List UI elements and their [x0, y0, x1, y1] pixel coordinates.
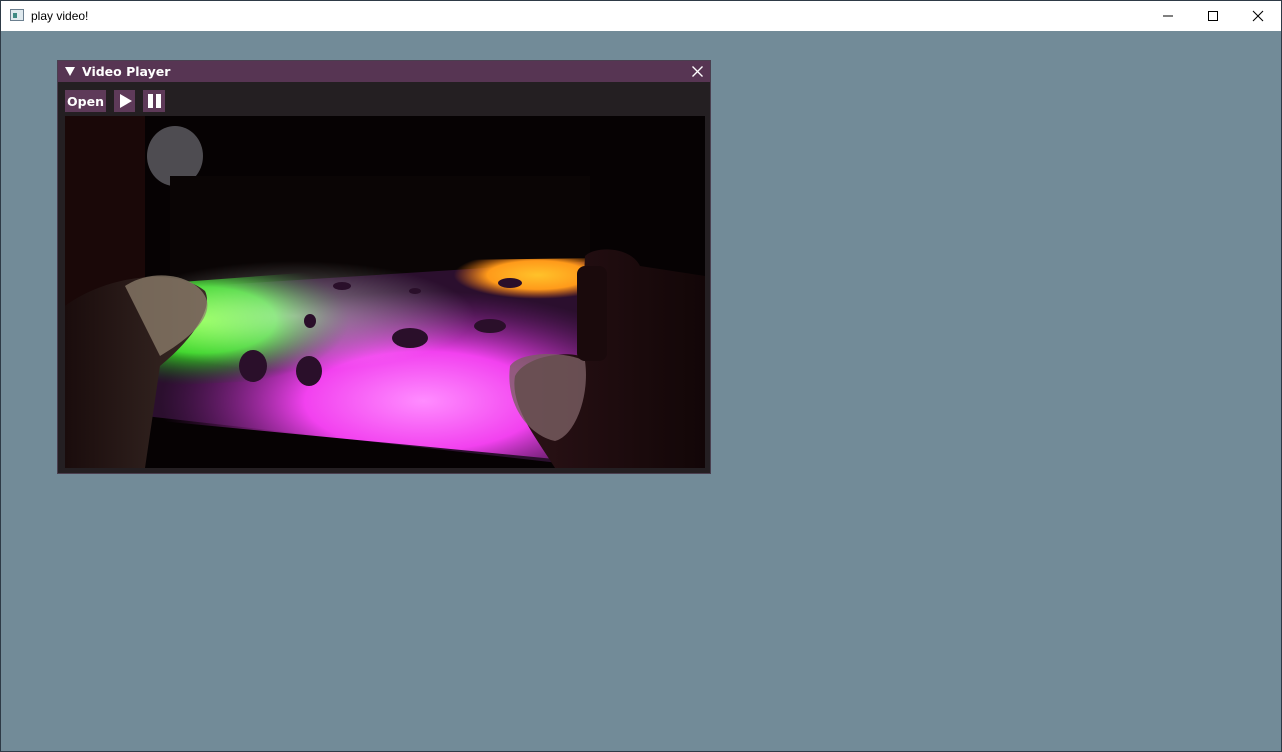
triangle-down-icon[interactable]: [65, 67, 75, 76]
app-window-icon: [10, 9, 24, 21]
maximize-button[interactable]: [1190, 1, 1236, 31]
video-player-panel: Video Player Open: [57, 60, 711, 474]
pause-icon: [147, 94, 161, 108]
play-button[interactable]: [114, 90, 135, 112]
minimize-icon: [1163, 15, 1173, 17]
minimize-button[interactable]: [1145, 1, 1191, 31]
pause-button[interactable]: [143, 90, 165, 112]
close-icon: [1252, 10, 1264, 22]
app-window: play video! Video Player Open: [0, 0, 1282, 752]
maximize-icon: [1208, 11, 1218, 21]
panel-title: Video Player: [82, 64, 171, 79]
os-title-bar[interactable]: play video!: [1, 1, 1281, 31]
panel-title-bar[interactable]: Video Player: [58, 61, 710, 82]
close-icon[interactable]: [691, 65, 704, 78]
video-frame[interactable]: [65, 116, 705, 468]
play-icon: [120, 94, 132, 108]
video-image: [65, 116, 705, 468]
close-button[interactable]: [1235, 1, 1281, 31]
os-window-title: play video!: [31, 9, 89, 23]
open-button[interactable]: Open: [65, 90, 106, 112]
